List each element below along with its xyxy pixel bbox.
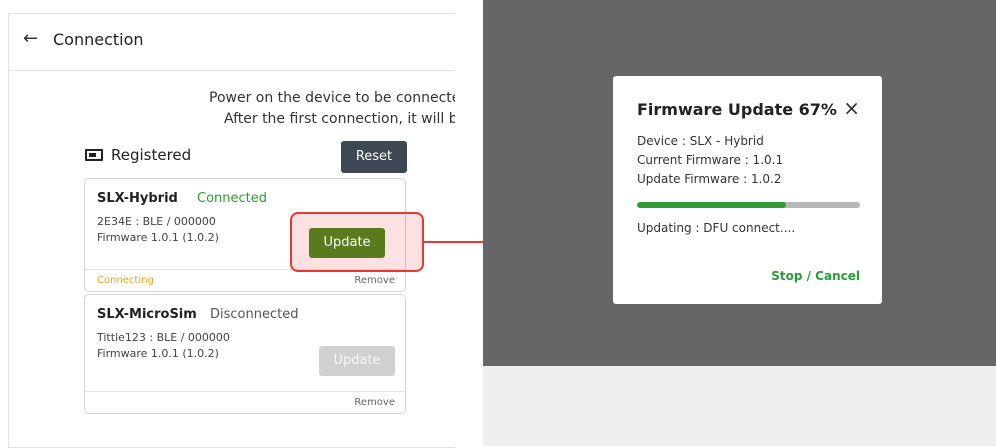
update-firmware-info: Update Firmware : 1.0.2 — [637, 172, 782, 186]
device-status: Connected — [197, 191, 268, 206]
back-arrow-icon[interactable]: ← — [23, 28, 38, 49]
current-firmware-info: Current Firmware : 1.0.1 — [637, 153, 784, 167]
intro-line-2: After the first connection, it will be — [224, 111, 455, 127]
registered-label: Registered — [111, 146, 192, 164]
reset-button[interactable]: Reset — [341, 141, 407, 173]
progress-fill — [637, 202, 787, 208]
remove-link[interactable]: Remove — [354, 275, 395, 286]
intro-line-1: Power on the device to be connecte — [209, 90, 455, 106]
page-title: Connection — [53, 30, 144, 49]
device-name: SLX-Hybrid — [97, 191, 178, 206]
firmware-line: Firmware 1.0.1 (1.0.2) — [97, 347, 219, 360]
registered-row: Registered Reset — [85, 141, 407, 173]
background-area — [483, 366, 996, 446]
stop-cancel-button[interactable]: Stop / Cancel — [771, 269, 860, 283]
device-id-line: Tittle123 : BLE / 000000 — [97, 331, 230, 344]
dialog-title: Firmware Update 67% — [637, 100, 837, 119]
device-name: SLX-MicroSim — [97, 307, 197, 322]
firmware-line: Firmware 1.0.1 (1.0.2) — [97, 231, 219, 244]
device-status: Disconnected — [210, 307, 299, 322]
close-icon[interactable]: × — [843, 96, 860, 120]
update-button[interactable]: Update — [309, 228, 385, 258]
update-button-disabled: Update — [319, 346, 395, 376]
app-header: ← Connection — [9, 14, 455, 71]
update-status: Updating : DFU connect.... — [637, 221, 796, 235]
device-id-line: 2E34E : BLE / 000000 — [97, 215, 216, 228]
connecting-status: Connecting — [97, 275, 154, 286]
divider — [85, 391, 405, 392]
device-list-icon — [85, 149, 103, 161]
device-info: Device : SLX - Hybrid — [637, 134, 764, 148]
remove-link[interactable]: Remove — [354, 397, 395, 408]
progress-bar — [637, 202, 860, 208]
firmware-update-dialog: Firmware Update 67% × Device : SLX - Hyb… — [613, 76, 882, 304]
